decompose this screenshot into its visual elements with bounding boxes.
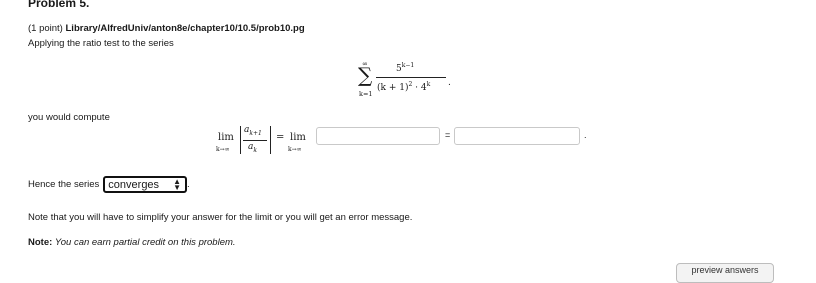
numerator-exponent: k−1 — [401, 62, 415, 69]
ratio-numerator: ak+1 — [244, 125, 262, 137]
sum-lower-limit: k=1 — [359, 90, 373, 98]
ratio-fraction-bar — [243, 140, 267, 141]
sum-symbol: ∑ — [358, 63, 373, 87]
compute-text: you would compute — [28, 112, 110, 123]
preview-answers-button[interactable]: preview answers — [676, 263, 774, 283]
hence-suffix: . — [186, 179, 190, 190]
problem-points: (1 point) — [28, 23, 63, 34]
hence-line: Hence the series converges ▲ ▼ . — [28, 176, 190, 193]
problem-heading: Problem 5. — [28, 0, 90, 10]
lim-sub-2: k→∞ — [288, 146, 302, 153]
ratio-limit-expression: lim k→∞ ak+1 ak = lim k→∞ — [214, 124, 324, 158]
problem-path: Library/AlfredUniv/anton8e/chapter10/10.… — [65, 23, 305, 34]
lim-label-2: lim — [290, 132, 306, 143]
lim-label-1: lim — [218, 132, 234, 143]
compute-period: . — [584, 130, 587, 140]
ratio-denominator: ak — [248, 142, 257, 154]
hence-prefix: Hence the series — [28, 179, 100, 190]
equals-sign-1: = — [276, 132, 285, 143]
series-trailing-period: . — [448, 78, 451, 88]
select-updown-icon: ▲ ▼ — [173, 176, 181, 192]
limit-expression-input[interactable] — [316, 127, 440, 145]
convergence-select[interactable]: converges ▲ ▼ — [103, 176, 187, 193]
series-numerator: 5k−1 — [396, 62, 414, 74]
partial-credit-text: You can earn partial credit on this prob… — [54, 237, 236, 248]
series-formula: ∞ ∑ k=1 5k−1 (k + 1)2 · 4k . — [356, 60, 476, 104]
series-denominator: (k + 1)2 · 4k — [377, 81, 430, 93]
abs-bar-right — [270, 126, 271, 154]
den-exponent-2: k — [426, 81, 431, 88]
limit-value-input[interactable] — [454, 127, 580, 145]
lim-sub-1: k→∞ — [216, 146, 230, 153]
ratio-num-subscript: k+1 — [249, 129, 262, 137]
fraction-bar — [376, 77, 446, 78]
equals-sign-2: = — [445, 130, 451, 140]
ratio-den-subscript: k — [253, 146, 258, 154]
problem-intro: Applying the ratio test to the series — [28, 38, 174, 49]
abs-bar-left — [240, 126, 241, 154]
note-label: Note: — [28, 237, 53, 248]
den-exponent-1: 2 — [408, 81, 413, 88]
den-base: (k + 1) — [377, 83, 409, 93]
problem-info-line: (1 point) Library/AlfredUniv/anton8e/cha… — [28, 23, 305, 34]
simplify-note: Note that you will have to simplify your… — [28, 212, 413, 223]
partial-credit-note: Note: You can earn partial credit on thi… — [28, 237, 236, 248]
den-dot-four: · 4 — [415, 83, 427, 93]
convergence-select-value: converges — [108, 178, 160, 191]
